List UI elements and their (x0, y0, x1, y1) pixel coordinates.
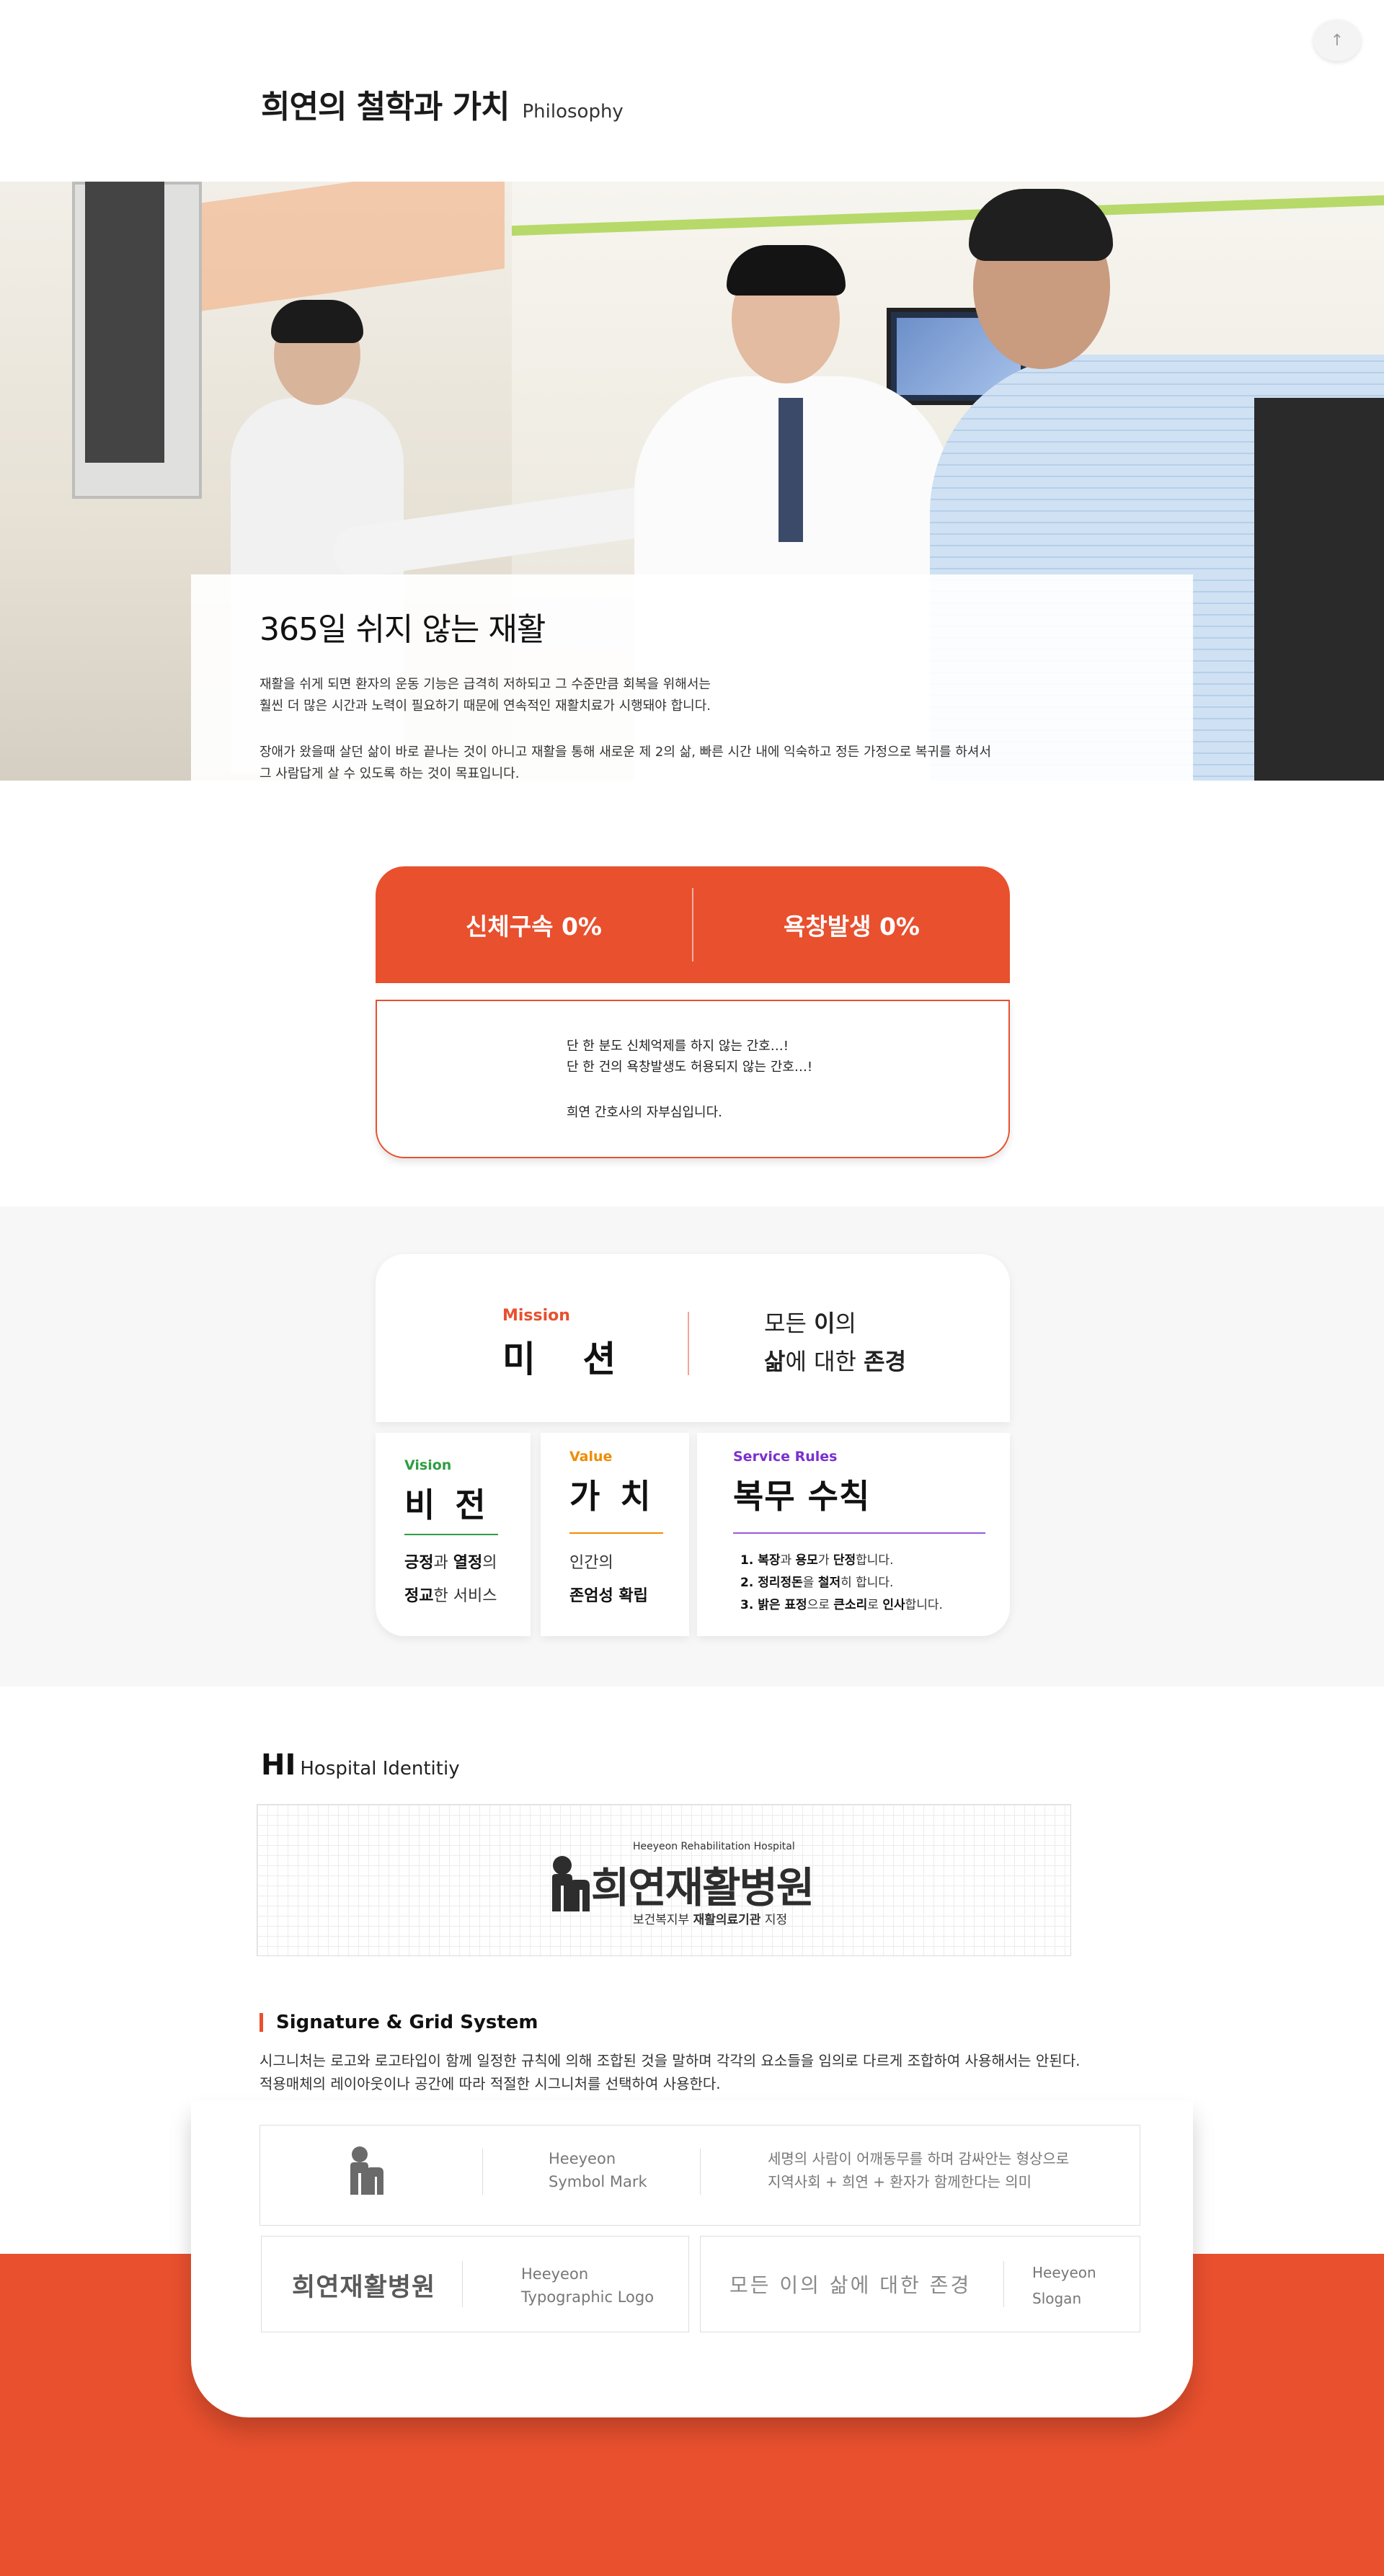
slogan-label: Heeyeon Slogan (1032, 2264, 1096, 2307)
hospital-logo: Heeyeon Rehabilitation Hospital 희연재활병원 보… (548, 1841, 851, 1927)
mission-statement: 모든 이의 삶에 대한 존경 (764, 1310, 907, 1375)
hero-paragraph-2: 장애가 왔을때 살던 삶이 바로 끝나는 것이 아니고 재활을 통해 새로운 제… (260, 745, 992, 781)
list-item: 2. 정리정돈을 철저히 합니다. (740, 1576, 894, 1590)
vision-card: Vision 비 전 긍정과 열정의 정교한 서비스 (376, 1433, 531, 1636)
typographic-logo-row: 희연재활병원 Heeyeon Typographic Logo (261, 2236, 689, 2332)
logo-grid-panel: Heeyeon Rehabilitation Hospital 희연재활병원 보… (257, 1804, 1071, 1956)
slogan-text: 모든 이의 삶에 대한 존경 (729, 2273, 972, 2297)
note-line: 단 한 건의 욕창발생도 허용되지 않는 간호…! (567, 1060, 813, 1075)
signature-heading: Signature & Grid System (260, 2013, 538, 2032)
symbol-mark-icon (350, 2146, 383, 2195)
divider (700, 2149, 701, 2195)
scroll-top-button[interactable]: ↑ (1313, 19, 1361, 61)
rules-tag: Service Rules (733, 1449, 838, 1465)
symbol-mark-row: Heeyeon Symbol Mark 세명의 사람이 어깨동무를 하며 감싸안… (260, 2125, 1140, 2226)
zero-policy-banner: 신체구속 0% 욕창발생 0% (376, 866, 1010, 983)
mission-tag: Mission (502, 1307, 570, 1325)
vision-description: 긍정과 열정의 정교한 서비스 (404, 1554, 497, 1605)
mission-title: 미 션 (502, 1338, 634, 1380)
rules-title: 복무 수칙 (733, 1477, 871, 1516)
divider (404, 1534, 498, 1535)
bedsore-zero-label: 욕창발생 0% (784, 912, 920, 941)
typographic-logo: 희연재활병원 (292, 2273, 436, 2302)
value-description: 인간의 존엄성 확립 (569, 1554, 648, 1605)
note-line: 단 한 분도 신체억제를 하지 않는 간호…! (567, 1039, 789, 1054)
hero-caption-card: 365일 쉬지 않는 재활 재활을 쉬게 되면 환자의 운동 기능은 급격히 저… (191, 574, 1193, 781)
mission-card: Mission 미 션 모든 이의 삶에 대한 존경 (376, 1254, 1010, 1422)
signature-card: Heeyeon Symbol Mark 세명의 사람이 어깨동무를 하며 감싸안… (191, 2100, 1193, 2417)
zero-policy-note: 단 한 분도 신체억제를 하지 않는 간호…! 단 한 건의 욕창발생도 허용되… (376, 1000, 1010, 1158)
value-title: 가 치 (569, 1477, 655, 1516)
typographic-label: Heeyeon Typographic Logo (521, 2265, 655, 2306)
logo-wordmark: 희연재활병원 (591, 1863, 815, 1912)
rules-list: 1. 복장과 용모가 단정합니다. 2. 정리정돈을 철저히 합니다. 3. 밝… (740, 1550, 943, 1617)
value-card: Value 가 치 인간의 존엄성 확립 (541, 1433, 689, 1636)
divider (688, 1312, 689, 1375)
page-subtitle: Philosophy (522, 101, 624, 123)
logo-subtitle: Heeyeon Rehabilitation Hospital (633, 1841, 795, 1852)
arrow-up-icon: ↑ (1330, 31, 1344, 50)
divider (569, 1532, 663, 1534)
value-tag: Value (569, 1449, 613, 1465)
divider (482, 2149, 483, 2195)
vision-title: 비 전 (404, 1485, 490, 1524)
service-rules-card: Service Rules 복무 수칙 1. 복장과 용모가 단정합니다. 2.… (697, 1433, 1010, 1636)
slogan-row: 모든 이의 삶에 대한 존경 Heeyeon Slogan (700, 2236, 1140, 2332)
vision-tag: Vision (404, 1457, 452, 1473)
page-title: 희연의 철학과 가치 (261, 89, 510, 125)
list-item: 3. 밝은 표정으로 큰소리로 인사합니다. (740, 1598, 943, 1612)
signature-description: 시그니처는 로고와 로고타입이 함께 일정한 규칙에 의해 조합된 것을 말하며… (260, 2052, 1081, 2092)
hero-heading: 365일 쉬지 않는 재활 (260, 611, 546, 648)
symbol-label: Heeyeon Symbol Mark (549, 2150, 647, 2190)
symbol-mark-icon (552, 1856, 590, 1911)
divider (733, 1532, 985, 1534)
hero-paragraph-1: 재활을 쉬게 되면 환자의 운동 기능은 급격히 저하되고 그 수준만큼 회복을… (260, 677, 711, 714)
divider (462, 2261, 463, 2307)
list-item: 1. 복장과 용모가 단정합니다. (740, 1553, 894, 1568)
page-header: 희연의 철학과 가치 Philosophy (261, 81, 624, 127)
logo-caption: 보건복지부 재활의료기관 지정 (633, 1913, 788, 1927)
restraint-zero-label: 신체구속 0% (466, 912, 602, 941)
note-line: 희연 간호사의 자부심입니다. (567, 1105, 722, 1120)
hi-heading: HI Hospital Identitiy (261, 1749, 460, 1782)
divider (1003, 2261, 1004, 2307)
symbol-description: 세명의 사람이 어깨동무를 하며 감싸안는 형상으로 지역사회 + 희연 + 환… (768, 2150, 1070, 2190)
